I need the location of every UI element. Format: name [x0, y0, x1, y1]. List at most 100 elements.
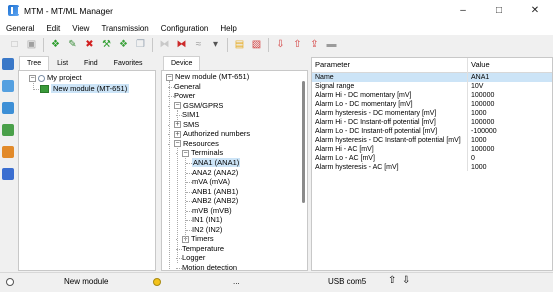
table-row[interactable]: Alarm Lo - DC momentary [mV] 100000 — [312, 100, 552, 109]
tools-icon[interactable]: ⚒ — [100, 38, 114, 52]
table-row[interactable]: Alarm Hi - DC Instant-off potential [mV]… — [312, 118, 552, 127]
column-header-parameter[interactable]: Parameter — [312, 58, 467, 72]
device-tree-node[interactable]: IN2 (IN2) — [192, 225, 222, 235]
parameter-value-cell[interactable]: ANA1 — [468, 73, 552, 82]
device-tree-node[interactable]: + Timers — [182, 234, 214, 244]
tab-tree[interactable]: Tree — [19, 56, 50, 70]
minimize-button[interactable]: – — [445, 0, 481, 21]
tab-list[interactable]: List — [49, 56, 76, 70]
device-tree-node[interactable]: − GSM/GPRS — [174, 101, 223, 111]
collapse-icon[interactable]: − — [182, 149, 189, 157]
monitor-icon[interactable] — [2, 102, 14, 114]
device-tree-node[interactable]: General — [174, 82, 201, 92]
parameter-value-cell[interactable]: 100000 — [468, 145, 552, 154]
folder-icon[interactable]: ▤ — [233, 38, 247, 52]
device-tree-scrollbar[interactable] — [302, 81, 305, 203]
upload-icon[interactable]: ⇧ — [291, 38, 305, 52]
tree-node-module[interactable]: New module (MT-651) — [40, 84, 130, 94]
copy-icon[interactable]: ❐ — [134, 38, 148, 52]
table-row[interactable]: Alarm Lo - DC Instant-off potential [mV]… — [312, 127, 552, 136]
device-tree-node[interactable]: Temperature — [182, 244, 224, 254]
device-tree-node[interactable]: ANB2 (ANB2) — [192, 196, 238, 206]
parameter-value-cell[interactable]: 10V — [468, 82, 552, 91]
parameter-name-cell: Alarm Lo - AC [mV] — [315, 155, 375, 162]
table-row[interactable]: Alarm Hi - AC [mV] 100000 — [312, 145, 552, 154]
parameter-value-cell[interactable]: 100000 — [468, 91, 552, 100]
new-icon[interactable]: □ — [8, 38, 22, 52]
device-tree-node[interactable]: Power — [174, 91, 195, 101]
menu-edit[interactable]: Edit — [40, 24, 66, 33]
save-icon[interactable]: ▣ — [25, 38, 39, 52]
signal-icon[interactable]: ≈ — [192, 38, 206, 52]
device-tree-node[interactable]: SIM1 — [182, 110, 200, 120]
column-header-value[interactable]: Value — [467, 58, 552, 72]
tab-find[interactable]: Find — [76, 56, 106, 70]
transfer-icon[interactable]: ▧ — [250, 38, 264, 52]
group-icon[interactable]: ❖ — [117, 38, 131, 52]
device-tree-node[interactable]: + Authorized numbers — [174, 129, 250, 139]
table-row[interactable]: Name ANA1 — [312, 73, 552, 82]
menu-transmission[interactable]: Transmission — [95, 24, 154, 33]
edit-device-icon[interactable]: ✎ — [66, 38, 80, 52]
battery-icon[interactable]: ▬ — [325, 38, 339, 52]
project-tree-pane: − My project New module (MT-651) — [18, 70, 156, 271]
parameter-value-cell[interactable]: 1000 — [468, 163, 552, 172]
device-tree-node[interactable]: + SMS — [174, 120, 199, 130]
collapse-icon[interactable]: − — [174, 102, 181, 110]
upload-alt-icon[interactable]: ⇪ — [308, 38, 322, 52]
device-tree-node[interactable]: ANB1 (ANB1) — [192, 187, 238, 197]
device-tree-node[interactable]: mVB (mVB) — [192, 206, 232, 216]
parameter-value-cell[interactable]: 100000 — [468, 100, 552, 109]
menu-view[interactable]: View — [66, 24, 95, 33]
menu-help[interactable]: Help — [214, 24, 242, 33]
menu-configuration[interactable]: Configuration — [155, 24, 215, 33]
device-tree-node[interactable]: mVA (mVA) — [192, 177, 230, 187]
parameter-value-cell[interactable]: 0 — [468, 154, 552, 163]
table-row[interactable]: Alarm Lo - AC [mV] 0 — [312, 154, 552, 163]
parameter-name-cell: Alarm hysteresis - DC Instant-off potent… — [315, 137, 461, 144]
parameter-name-cell: Alarm Lo - DC momentary [mV] — [315, 101, 413, 108]
device-tree-node[interactable]: − Resources — [174, 139, 219, 149]
device-tree-node[interactable]: Logger — [182, 253, 205, 263]
maximize-button[interactable]: □ — [481, 0, 517, 21]
table-row[interactable]: Signal range 10V — [312, 82, 552, 91]
collapse-icon[interactable]: − — [174, 140, 181, 148]
parameter-value-cell[interactable]: 1000 — [468, 136, 552, 145]
device-tree-node[interactable]: ANA1 (ANA1) — [192, 157, 241, 168]
device-tree-node[interactable]: Motion detection — [182, 263, 237, 270]
delete-icon[interactable]: ✖ — [83, 38, 97, 52]
network-icon[interactable] — [2, 80, 14, 92]
expand-icon[interactable]: + — [174, 121, 181, 129]
modules-icon[interactable] — [2, 146, 14, 158]
device-tree-node[interactable]: − New module (MT-651) — [166, 72, 249, 82]
parameter-name-cell: Alarm Lo - DC Instant-off potential [mV] — [315, 128, 438, 135]
device-tree-node[interactable]: ANA2 (ANA2) — [192, 168, 238, 178]
connect-icon[interactable]: ⧓ — [158, 38, 172, 52]
parameter-value-cell[interactable]: -100000 — [468, 127, 552, 136]
gprs-icon[interactable] — [2, 124, 14, 136]
parameter-value-cell[interactable]: 100000 — [468, 118, 552, 127]
expand-icon[interactable]: + — [174, 130, 181, 138]
tab-device[interactable]: Device — [163, 56, 201, 70]
parameter-value-cell[interactable]: 1000 — [468, 109, 552, 118]
apps-icon[interactable] — [2, 168, 14, 180]
menu-general[interactable]: General — [0, 24, 40, 33]
tree-node-project[interactable]: − My project — [29, 73, 82, 83]
download-icon[interactable]: ⇩ — [274, 38, 288, 52]
device-tree-node[interactable]: IN1 (IN1) — [192, 215, 222, 225]
add-device-icon[interactable]: ❖ — [49, 38, 63, 52]
close-button[interactable]: ✕ — [517, 0, 553, 21]
disconnect-icon[interactable]: ⧓ — [175, 38, 189, 52]
device-tree-label: mVB (mVB) — [192, 205, 232, 215]
tab-favorites[interactable]: Favorites — [106, 56, 151, 70]
table-row[interactable]: Alarm Hi - DC momentary [mV] 100000 — [312, 91, 552, 100]
table-row[interactable]: Alarm hysteresis - AC [mV] 1000 — [312, 163, 552, 172]
status-port: USB com5 — [328, 277, 367, 286]
table-row[interactable]: Alarm hysteresis - DC Instant-off potent… — [312, 136, 552, 145]
config-icon[interactable] — [2, 58, 14, 70]
dropdown-arrow-icon[interactable]: ▾ — [209, 38, 223, 52]
collapse-icon[interactable]: − — [166, 73, 173, 81]
collapse-icon[interactable]: − — [29, 74, 36, 82]
table-row[interactable]: Alarm hysteresis - DC momentary [mV] 1000 — [312, 109, 552, 118]
device-tree-node[interactable]: − Terminals — [182, 148, 223, 158]
